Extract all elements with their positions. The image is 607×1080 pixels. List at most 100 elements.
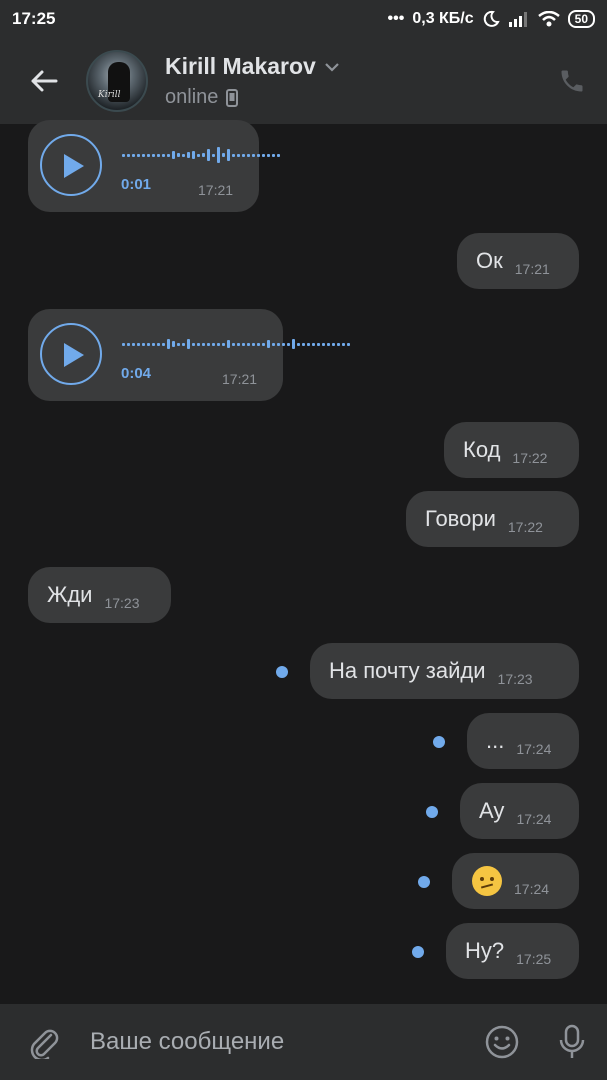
network-speed: 0,3 КБ/с xyxy=(412,10,474,27)
message-text: Жди xyxy=(47,582,93,607)
contact-name: Kirill Makarov xyxy=(165,53,316,79)
status-bar: 17:25 ••• 0,3 КБ/с 50 xyxy=(0,0,607,38)
waveform-bar xyxy=(237,342,240,346)
waveform-bar xyxy=(267,340,270,348)
waveform-bar xyxy=(267,153,270,157)
play-icon xyxy=(64,154,84,178)
emoji-button[interactable] xyxy=(467,1025,537,1059)
waveform-bar xyxy=(152,342,155,346)
unread-indicator xyxy=(426,806,438,818)
outgoing-message[interactable]: Ну? 17:25 xyxy=(446,923,579,979)
waveform-bar xyxy=(182,153,185,157)
outgoing-message[interactable]: На почту зайди 17:23 xyxy=(310,643,579,699)
waveform-bar xyxy=(292,339,295,349)
outgoing-message[interactable]: Говори 17:22 xyxy=(406,491,579,547)
waveform-bar xyxy=(272,342,275,346)
waveform-bar xyxy=(277,153,280,157)
voice-record-button[interactable] xyxy=(537,1024,607,1060)
waveform-bar xyxy=(317,342,320,346)
waveform-bar xyxy=(127,342,130,346)
attach-button[interactable] xyxy=(0,1025,88,1059)
waveform-bar xyxy=(332,342,335,346)
voice-message[interactable]: 0:01 17:21 xyxy=(28,120,280,212)
unread-indicator xyxy=(418,876,430,888)
message-text: На почту зайди xyxy=(329,658,486,683)
voice-message[interactable]: 0:04 17:21 xyxy=(28,309,350,401)
waveform-bar xyxy=(147,153,150,157)
status-time: 17:25 xyxy=(12,9,56,28)
message-time: 17:23 xyxy=(497,671,533,687)
waveform-bar xyxy=(142,342,145,346)
waveform-bar xyxy=(132,153,135,157)
message-text: Говори xyxy=(425,506,496,531)
waveform-bar xyxy=(132,342,135,346)
waveform-bar xyxy=(122,153,125,157)
waveform-bar xyxy=(122,342,125,346)
waveform-bar xyxy=(257,153,260,157)
message-time: 17:22 xyxy=(512,450,548,466)
play-button[interactable] xyxy=(40,134,102,196)
waveform-bar xyxy=(337,342,340,346)
chat-title-block[interactable]: Kirill Makarov online xyxy=(165,53,537,109)
waveform-bar xyxy=(152,153,155,157)
waveform-bar xyxy=(207,342,210,346)
message-text: Ау xyxy=(479,798,505,823)
message-time: 17:24 xyxy=(516,741,552,757)
chat-header: Kirill Kirill Makarov online xyxy=(0,38,607,124)
waveform-bar xyxy=(307,342,310,346)
waveform-bar xyxy=(137,342,140,346)
online-status: online xyxy=(165,86,219,108)
message-list[interactable]: 0:01 17:21 Ок 17:21 0:04 17:21 Код 17:22… xyxy=(0,120,607,1004)
message-time: 17:21 xyxy=(222,371,258,387)
mobile-phone-icon xyxy=(226,88,239,107)
waveform-bar xyxy=(257,342,260,346)
waveform-bar xyxy=(202,342,205,346)
waveform-bar xyxy=(227,340,230,348)
waveform-bar xyxy=(312,342,315,346)
voice-waveform[interactable] xyxy=(122,335,350,353)
waveform-bar xyxy=(172,151,175,159)
waveform-bar xyxy=(222,153,225,157)
play-button[interactable] xyxy=(40,323,102,385)
waveform-bar xyxy=(262,153,265,157)
waveform-bar xyxy=(177,342,180,346)
waveform-bar xyxy=(177,153,180,157)
waveform-bar xyxy=(207,149,210,161)
arrow-left-icon xyxy=(31,70,58,92)
signal-icon xyxy=(508,12,527,27)
message-time: 17:23 xyxy=(104,595,140,611)
outgoing-message[interactable]: Код 17:22 xyxy=(444,422,579,478)
call-button[interactable] xyxy=(537,67,607,95)
waveform-bar xyxy=(282,342,285,346)
outgoing-message[interactable]: 17:24 xyxy=(452,853,579,909)
message-text: Ну? xyxy=(465,938,505,963)
voice-waveform[interactable] xyxy=(122,146,280,164)
moon-icon xyxy=(483,10,500,27)
outgoing-message[interactable]: Ок 17:21 xyxy=(457,233,579,289)
waveform-bar xyxy=(277,342,280,346)
outgoing-message[interactable]: Ау 17:24 xyxy=(460,783,579,839)
waveform-bar xyxy=(187,152,190,158)
message-time: 17:24 xyxy=(516,811,552,827)
message-time: 17:22 xyxy=(507,519,543,535)
message-time: 17:24 xyxy=(514,881,550,897)
message-text: Код xyxy=(463,437,501,462)
waveform-bar xyxy=(162,153,165,157)
waveform-bar xyxy=(342,342,345,346)
waveform-bar xyxy=(237,153,240,157)
waveform-bar xyxy=(192,342,195,346)
avatar[interactable]: Kirill xyxy=(86,50,148,112)
chevron-down-icon xyxy=(325,62,339,72)
waveform-bar xyxy=(182,342,185,346)
waveform-bar xyxy=(252,153,255,157)
back-button[interactable] xyxy=(0,38,88,124)
waveform-bar xyxy=(247,153,250,157)
waveform-bar xyxy=(142,153,145,157)
waveform-bar xyxy=(197,153,200,157)
message-input[interactable] xyxy=(88,1028,467,1056)
incoming-message[interactable]: Жди 17:23 xyxy=(28,567,171,623)
outgoing-message[interactable]: ... 17:24 xyxy=(467,713,579,769)
avatar-caption: Kirill xyxy=(98,90,121,100)
waveform-bar xyxy=(157,153,160,157)
message-text: Ок xyxy=(476,248,503,273)
